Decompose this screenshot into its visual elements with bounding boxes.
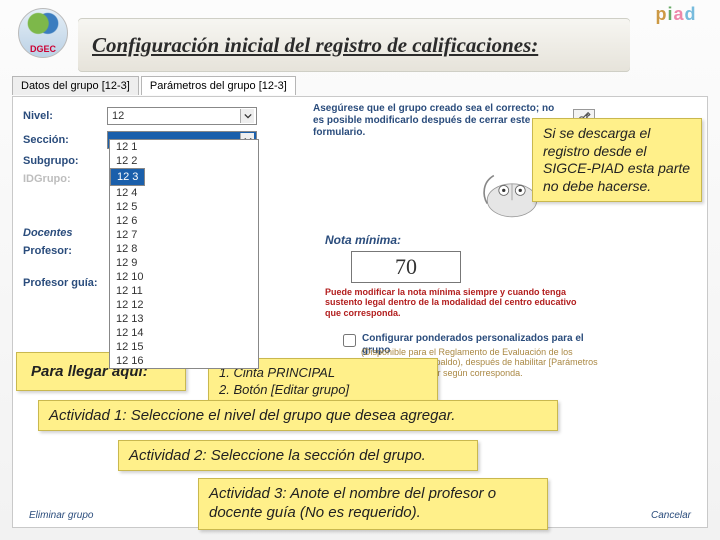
dropdown-option[interactable]: 12 7 — [110, 228, 258, 242]
label-idgrupo: IDGrupo: — [23, 173, 107, 185]
dropdown-option[interactable]: 12 13 — [110, 312, 258, 326]
nota-minima-input[interactable]: 70 — [351, 251, 461, 283]
ponderados-checkbox[interactable] — [343, 334, 356, 347]
dgec-logo: DGEC — [18, 8, 68, 58]
callout-act1-text: Actividad 1: Seleccione el nivel del gru… — [49, 407, 455, 424]
callout-actividad-3: Actividad 3: Anote el nombre del profeso… — [198, 478, 548, 530]
nivel-value: 12 — [112, 110, 124, 122]
dropdown-option[interactable]: 12 5 — [110, 200, 258, 214]
dropdown-option[interactable]: 12 16 — [110, 354, 258, 368]
label-nota-minima: Nota mínima: — [325, 233, 401, 247]
callout-actividad-2: Actividad 2: Seleccione la sección del g… — [118, 440, 478, 471]
nivel-dropdown[interactable]: 12 — [107, 107, 257, 125]
dropdown-option[interactable]: 12 4 — [110, 186, 258, 200]
dropdown-option[interactable]: 12 10 — [110, 270, 258, 284]
tab-datos-grupo[interactable]: Datos del grupo [12-3] — [12, 76, 139, 95]
page-title: Configuración inicial del registro de ca… — [78, 18, 630, 72]
dropdown-option[interactable]: 12 6 — [110, 214, 258, 228]
callout-act2-text: Actividad 2: Seleccione la sección del g… — [129, 447, 426, 464]
callout-actividad-1: Actividad 1: Seleccione el nivel del gru… — [38, 400, 558, 431]
piad-logo-text: piad — [655, 4, 696, 25]
chevron-down-icon — [240, 109, 254, 123]
callout-download-text: Si se descarga el registro desde el SIGC… — [543, 125, 690, 194]
seccion-dropdown-list[interactable]: 12 112 212 312 412 512 612 712 812 912 1… — [109, 139, 259, 369]
label-seccion: Sección: — [23, 134, 107, 146]
slide: DGEC piad Configuración inicial del regi… — [0, 0, 720, 540]
dropdown-option[interactable]: 12 3 — [110, 168, 145, 186]
nota-minima-value: 70 — [395, 254, 417, 280]
dropdown-option[interactable]: 12 8 — [110, 242, 258, 256]
form-warning: Asegúrese que el grupo creado sea el cor… — [313, 103, 563, 139]
dropdown-option[interactable]: 12 1 — [110, 140, 258, 154]
dropdown-option[interactable]: 12 11 — [110, 284, 258, 298]
form-warning-text: Asegúrese que el grupo creado sea el cor… — [313, 103, 554, 138]
label-docentes: Docentes — [23, 227, 107, 239]
piad-logo: piad — [644, 4, 708, 44]
tab-label: Datos del grupo [12-3] — [21, 80, 130, 92]
page-title-text: Configuración inicial del registro de ca… — [92, 33, 538, 58]
callout-act3-text: Actividad 3: Anote el nombre del profeso… — [209, 485, 496, 521]
label-profesor: Profesor: — [23, 245, 107, 257]
callout-download: Si se descarga el registro desde el SIGC… — [532, 118, 702, 202]
label-subgrupo: Subgrupo: — [23, 155, 107, 167]
callout-step-2: 2. Botón [Editar grupo] — [219, 382, 427, 399]
tab-label: Parámetros del grupo [12-3] — [150, 80, 287, 92]
dgec-logo-text: DGEC — [30, 44, 56, 54]
label-nivel: Nivel: — [23, 110, 107, 122]
eliminar-grupo-link[interactable]: Eliminar grupo — [29, 510, 93, 521]
dropdown-option[interactable]: 12 15 — [110, 340, 258, 354]
tabs: Datos del grupo [12-3] Parámetros del gr… — [12, 76, 296, 95]
dropdown-option[interactable]: 12 12 — [110, 298, 258, 312]
nota-warning: Puede modificar la nota mínima siempre y… — [325, 287, 585, 318]
tab-parametros-grupo[interactable]: Parámetros del grupo [12-3] — [141, 76, 296, 95]
cancelar-link[interactable]: Cancelar — [651, 510, 691, 521]
dropdown-option[interactable]: 12 2 — [110, 154, 258, 168]
label-profesor-guia: Profesor guía: — [23, 277, 107, 289]
dropdown-option[interactable]: 12 14 — [110, 326, 258, 340]
dropdown-option[interactable]: 12 9 — [110, 256, 258, 270]
